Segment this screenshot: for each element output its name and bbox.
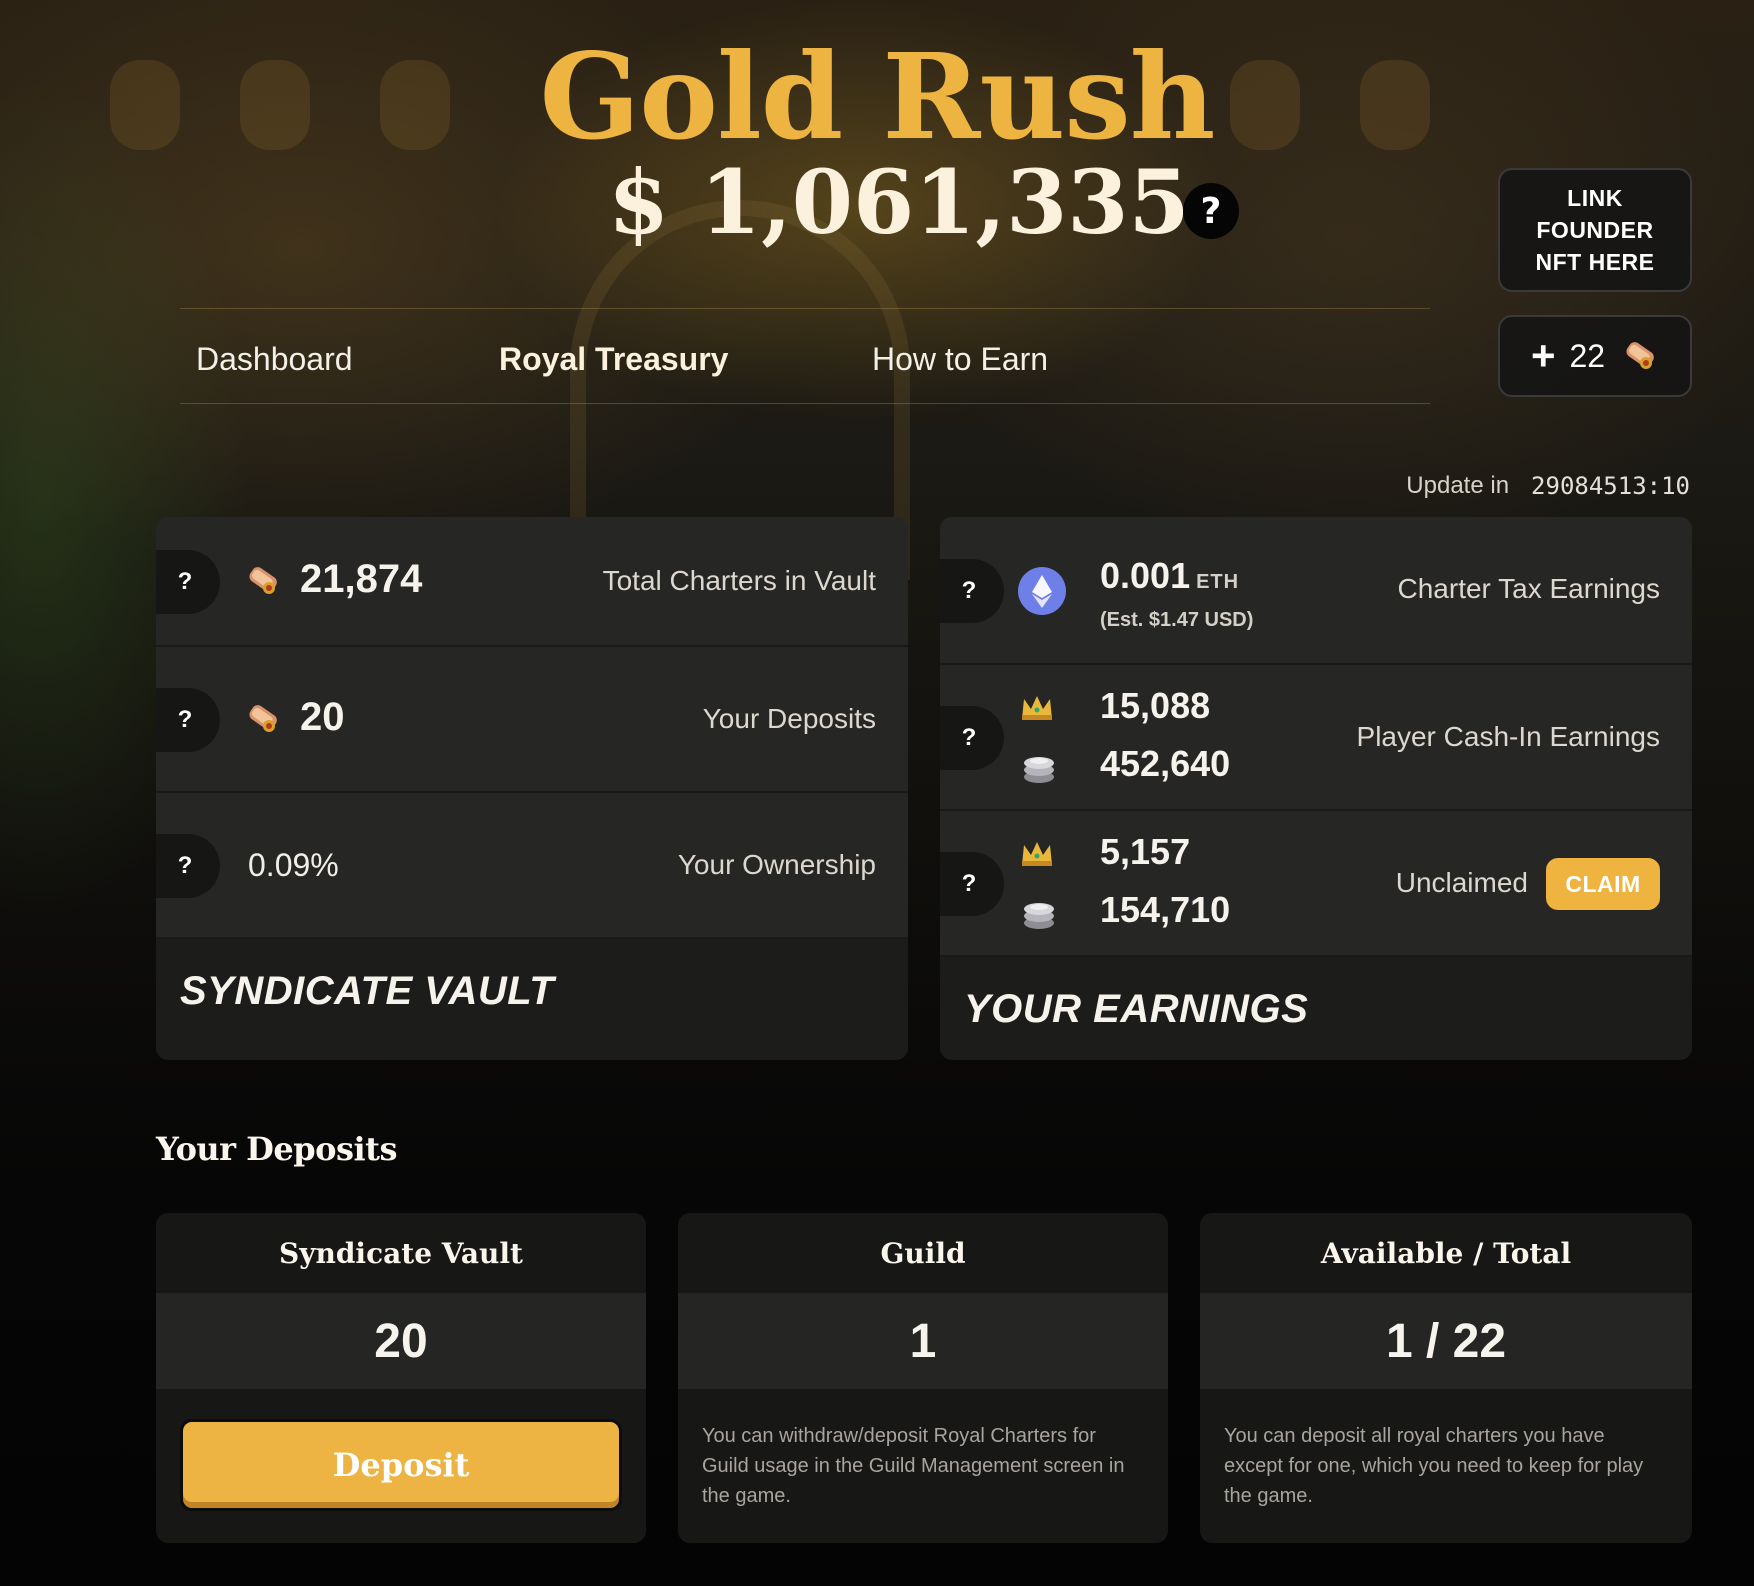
your-ownership-label: Your Ownership	[677, 849, 876, 880]
cash-in-earnings-label: Player Cash-In Earnings	[1356, 721, 1660, 752]
unclaimed-silver-value: 154,710	[1100, 889, 1231, 930]
link-founder-nft-button[interactable]: LINK FOUNDER NFT HERE	[1498, 168, 1692, 292]
tax-eth-amount: 0.001	[1100, 555, 1191, 596]
tax-earnings-value: 0.001 ETH	[1100, 555, 1239, 597]
syndicate-vault-panel: ? 21,874 Total Charters in Vault ? 20 Yo…	[156, 517, 908, 1060]
vault-row-ownership: ? 0.09% Your Ownership	[156, 793, 908, 939]
available-total-card-value: 1 / 22	[1200, 1293, 1692, 1389]
claim-button[interactable]: CLAIM	[1546, 858, 1660, 910]
syndicate-vault-card-title: Syndicate Vault	[279, 1236, 523, 1270]
eth-icon	[1018, 567, 1066, 615]
guild-card-value: 1	[678, 1293, 1168, 1389]
help-icon[interactable]: ?	[156, 688, 220, 752]
earnings-row-tax: ? 0.001 ETH (Est. $1.47 USD) Charter Tax …	[940, 517, 1692, 665]
scroll-charter-icon	[249, 705, 277, 732]
your-ownership-value: 0.09%	[248, 847, 339, 883]
charters-count: 22	[1569, 337, 1606, 374]
syndicate-vault-card-value: 20	[156, 1293, 646, 1389]
your-earnings-title: YOUR EARNINGS	[964, 987, 1309, 1031]
update-label: Update in	[1406, 472, 1510, 499]
help-icon[interactable]: ?	[940, 706, 1004, 770]
syndicate-vault-card: Syndicate Vault 20 Deposit	[156, 1213, 646, 1543]
tax-usd-estimate: (Est. $1.47 USD)	[1100, 609, 1254, 631]
help-icon[interactable]: ?	[940, 559, 1004, 623]
your-earnings-panel: ? 0.001 ETH (Est. $1.47 USD) Charter Tax …	[940, 517, 1692, 1060]
help-icon[interactable]: ?	[940, 852, 1004, 916]
earnings-row-unclaimed: ? 5,157 154,710 Unclaimed CLAIM	[940, 811, 1692, 957]
your-deposits-value: 20	[300, 695, 345, 739]
guild-card: Guild 1 You can withdraw/deposit Royal C…	[678, 1213, 1168, 1543]
tab-how-to-earn[interactable]: How to Earn	[872, 341, 1048, 378]
total-charters-value: 21,874	[300, 557, 423, 601]
vault-row-total: ? 21,874 Total Charters in Vault	[156, 517, 908, 647]
guild-card-note: You can withdraw/deposit Royal Charters …	[702, 1425, 1125, 1507]
tax-eth-unit: ETH	[1196, 571, 1240, 593]
crown-icon	[1022, 696, 1052, 720]
crown-icon	[1022, 842, 1052, 866]
syndicate-vault-title: SYNDICATE VAULT	[180, 969, 555, 1013]
available-total-card-title: Available / Total	[1320, 1236, 1572, 1270]
vault-row-deposits: ? 20 Your Deposits	[156, 647, 908, 793]
prize-pool-amount: $ 1,061,335	[608, 150, 1190, 254]
tab-royal-treasury[interactable]: Royal Treasury	[499, 341, 728, 378]
unclaimed-crowns-value: 5,157	[1100, 831, 1191, 872]
silver-coins-icon	[1024, 757, 1054, 783]
update-timer: 29084513:10	[1531, 472, 1690, 500]
cash-in-silver-value: 452,640	[1100, 743, 1231, 784]
total-charters-label: Total Charters in Vault	[602, 565, 876, 596]
unclaimed-label: Unclaimed	[1395, 867, 1528, 898]
plus-icon: +	[1530, 332, 1556, 379]
prize-help-icon[interactable]: ?	[1183, 183, 1239, 239]
scroll-charter-icon	[249, 567, 277, 594]
available-total-card-note: You can deposit all royal charters you h…	[1224, 1425, 1644, 1507]
tab-dashboard[interactable]: Dashboard	[196, 341, 353, 378]
update-countdown: Update in 29084513:10	[1370, 468, 1690, 504]
your-deposits-label: Your Deposits	[702, 703, 876, 734]
help-icon[interactable]: ?	[156, 834, 220, 898]
guild-card-title: Guild	[880, 1236, 966, 1270]
game-title: Gold Rush	[539, 27, 1216, 166]
main-navigation: Dashboard Royal Treasury How to Earn	[180, 308, 1430, 404]
available-total-card: Available / Total 1 / 22 You can deposit…	[1200, 1213, 1692, 1543]
buy-charters-button[interactable]: + 22	[1498, 315, 1692, 397]
scroll-charter-icon	[1626, 342, 1654, 369]
deposit-button[interactable]: Deposit	[180, 1419, 622, 1511]
your-deposits-heading: Your Deposits	[156, 1130, 397, 1168]
tax-earnings-label: Charter Tax Earnings	[1397, 573, 1661, 604]
cash-in-crowns-value: 15,088	[1100, 685, 1211, 726]
silver-coins-icon	[1024, 903, 1054, 929]
help-icon[interactable]: ?	[156, 550, 220, 614]
earnings-row-cash-in: ? 15,088 452,640 Player Cash-In Earnings	[940, 665, 1692, 811]
